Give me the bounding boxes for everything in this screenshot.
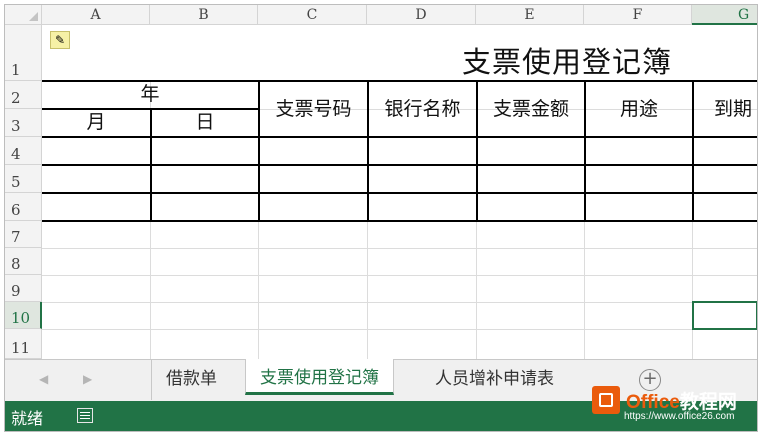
column-header-e[interactable]: E xyxy=(476,5,584,25)
row-header-5[interactable]: 5 xyxy=(5,165,42,193)
cell-area[interactable]: ✎ 支票使用登记簿 年 月 日 支票号码 银行名称 支票金额 用途 到期 xyxy=(42,25,757,359)
watermark-brand: Office教程网 xyxy=(626,392,737,413)
row-header-2[interactable]: 2 xyxy=(5,81,42,109)
spreadsheet-window: A B C D E F G 1 2 3 4 5 6 7 8 9 10 11 ✎ … xyxy=(4,4,758,432)
active-cell-g10[interactable] xyxy=(692,301,757,330)
tab-loan-form[interactable]: 借款单 xyxy=(151,360,231,400)
column-header-d[interactable]: D xyxy=(367,5,476,25)
status-ready: 就绪 xyxy=(11,409,44,428)
column-header-c[interactable]: C xyxy=(258,5,367,25)
row-header-8[interactable]: 8 xyxy=(5,248,42,275)
header-due-date: 到期 xyxy=(714,98,753,120)
row-header-9[interactable]: 9 xyxy=(5,275,42,302)
select-all-corner[interactable] xyxy=(5,5,42,25)
watermark-url: https://www.office26.com xyxy=(624,411,735,422)
row-header-1[interactable]: 1 xyxy=(5,25,42,81)
sheet-title: 支票使用登记簿 xyxy=(462,45,673,79)
worksheet-grid[interactable]: A B C D E F G 1 2 3 4 5 6 7 8 9 10 11 ✎ … xyxy=(5,5,757,359)
header-purpose: 用途 xyxy=(619,98,658,120)
office-logo-icon xyxy=(592,386,620,414)
tab-check-register[interactable]: 支票使用登记簿 xyxy=(245,359,394,395)
row-header-6[interactable]: 6 xyxy=(5,193,42,221)
pin-note-icon[interactable]: ✎ xyxy=(50,31,70,49)
column-header-a[interactable]: A xyxy=(42,5,150,25)
column-header-g[interactable]: G xyxy=(692,5,757,25)
row-header-3[interactable]: 3 xyxy=(5,109,42,137)
header-day: 日 xyxy=(195,111,215,133)
header-check-amount: 支票金额 xyxy=(492,98,569,120)
prev-sheet-arrow-icon[interactable]: ◀ xyxy=(39,372,48,386)
column-header-b[interactable]: B xyxy=(150,5,258,25)
header-month: 月 xyxy=(86,111,106,133)
next-sheet-arrow-icon[interactable]: ▶ xyxy=(83,372,92,386)
header-bank-name: 银行名称 xyxy=(384,98,461,120)
macro-record-icon[interactable] xyxy=(77,408,93,423)
row-header-4[interactable]: 4 xyxy=(5,137,42,165)
tab-staff-request[interactable]: 人员增补申请表 xyxy=(421,360,568,400)
column-header-f[interactable]: F xyxy=(584,5,692,25)
header-year: 年 xyxy=(140,83,160,105)
header-check-number: 支票号码 xyxy=(275,98,352,120)
row-header-7[interactable]: 7 xyxy=(5,221,42,248)
row-header-11[interactable]: 11 xyxy=(5,329,42,359)
row-header-10[interactable]: 10 xyxy=(5,302,42,329)
